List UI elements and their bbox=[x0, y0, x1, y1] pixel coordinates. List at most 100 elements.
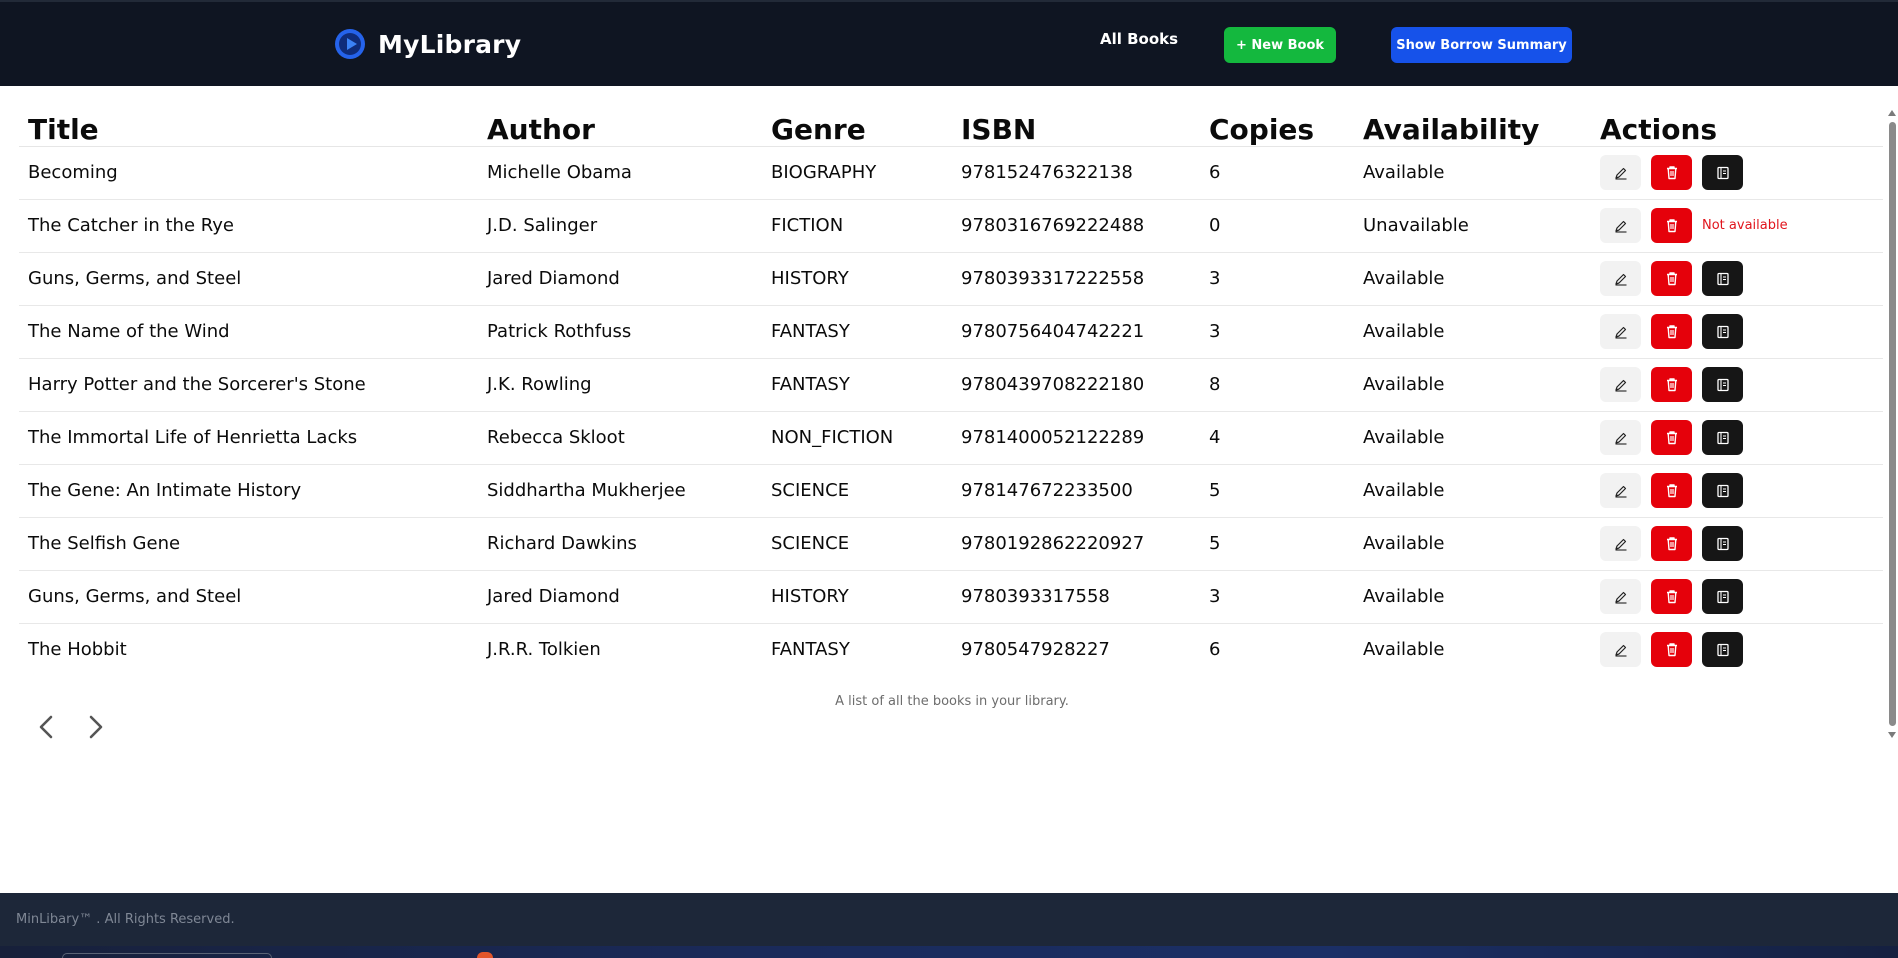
cell-title: Guns, Germs, and Steel bbox=[19, 570, 478, 624]
table-row: Guns, Germs, and Steel Jared Diamond HISTO… bbox=[19, 252, 1883, 306]
delete-book-button[interactable] bbox=[1651, 632, 1692, 668]
edit-book-button[interactable] bbox=[1600, 155, 1641, 190]
cell-availability: Available bbox=[1354, 464, 1591, 518]
vertical-scrollbar[interactable] bbox=[1886, 108, 1898, 742]
cell-genre: FANTASY bbox=[762, 305, 952, 359]
row-actions bbox=[1600, 420, 1874, 455]
header-actions: Actions bbox=[1591, 100, 1883, 147]
page-footer: MinLibary™ . All Rights Reserved. bbox=[0, 893, 1898, 946]
trash-icon bbox=[1666, 378, 1677, 392]
cell-author: J.D. Salinger bbox=[478, 199, 762, 253]
scroll-down-arrow[interactable] bbox=[1888, 732, 1896, 738]
delete-book-button[interactable] bbox=[1651, 261, 1692, 296]
table-row: The Name of the Wind Patrick Rothfuss FANT… bbox=[19, 305, 1883, 359]
pencil-icon bbox=[1614, 644, 1626, 657]
edit-book-button[interactable] bbox=[1600, 579, 1641, 614]
cell-actions bbox=[1591, 464, 1883, 518]
delete-book-button[interactable] bbox=[1651, 579, 1692, 614]
cell-genre: HISTORY bbox=[762, 570, 952, 624]
taskbar-item[interactable] bbox=[62, 953, 272, 958]
book-icon bbox=[1716, 378, 1729, 391]
borrow-book-button[interactable] bbox=[1702, 632, 1743, 668]
trash-icon bbox=[1666, 325, 1677, 339]
prev-page-button[interactable] bbox=[34, 713, 58, 741]
pencil-icon bbox=[1614, 538, 1626, 551]
book-icon bbox=[1716, 484, 1729, 497]
delete-book-button[interactable] bbox=[1651, 367, 1692, 402]
table-row: The Gene: An Intimate History Siddhartha … bbox=[19, 464, 1883, 518]
borrow-summary-button[interactable]: Show Borrow Summary bbox=[1391, 27, 1572, 63]
book-icon bbox=[1716, 166, 1729, 179]
trash-icon bbox=[1666, 590, 1677, 604]
cell-availability: Available bbox=[1354, 358, 1591, 412]
cell-genre: SCIENCE bbox=[762, 517, 952, 571]
os-taskbar bbox=[0, 946, 1898, 958]
delete-book-button[interactable] bbox=[1651, 208, 1692, 243]
row-actions bbox=[1600, 261, 1874, 296]
delete-book-button[interactable] bbox=[1651, 314, 1692, 349]
borrow-book-button[interactable] bbox=[1702, 579, 1743, 614]
cell-actions bbox=[1591, 570, 1883, 624]
footer-copyright: MinLibary™ . All Rights Reserved. bbox=[16, 912, 235, 927]
chevron-left-icon bbox=[39, 715, 53, 739]
cell-isbn: 9781400052122289 bbox=[952, 411, 1200, 465]
edit-book-button[interactable] bbox=[1600, 314, 1641, 349]
trash-icon bbox=[1666, 219, 1677, 233]
next-page-button[interactable] bbox=[84, 713, 108, 741]
cell-title: The Hobbit bbox=[28, 639, 127, 661]
borrow-book-button[interactable] bbox=[1702, 261, 1743, 296]
edit-book-button[interactable] bbox=[1600, 420, 1641, 455]
cell-author: J.R.R. Tolkien bbox=[487, 639, 601, 661]
cell-actions bbox=[1591, 252, 1883, 306]
edit-book-button[interactable] bbox=[1600, 632, 1641, 668]
borrow-book-button[interactable] bbox=[1702, 420, 1743, 455]
edit-book-button[interactable] bbox=[1600, 261, 1641, 296]
borrow-book-button[interactable] bbox=[1702, 314, 1743, 349]
header-author: Author bbox=[478, 100, 762, 147]
scroll-thumb[interactable] bbox=[1889, 122, 1896, 726]
pencil-icon bbox=[1614, 485, 1626, 498]
book-icon bbox=[1716, 643, 1729, 656]
header-isbn: ISBN bbox=[952, 100, 1200, 147]
borrow-book-button[interactable] bbox=[1702, 473, 1743, 508]
nav-all-books-link[interactable]: All Books bbox=[1100, 30, 1178, 48]
delete-book-button[interactable] bbox=[1651, 420, 1692, 455]
book-icon bbox=[1716, 325, 1729, 338]
cell-title: The Immortal Life of Henrietta Lacks bbox=[19, 411, 478, 465]
edit-book-button[interactable] bbox=[1600, 208, 1641, 243]
borrow-book-button[interactable] bbox=[1702, 155, 1743, 190]
table-row: The Selfish Gene Richard Dawkins SCIENCE 97… bbox=[19, 517, 1883, 571]
borrow-book-button[interactable] bbox=[1702, 526, 1743, 561]
cell-availability: Available bbox=[1354, 146, 1591, 200]
cell-title: The Gene: An Intimate History bbox=[19, 464, 478, 518]
borrow-book-button[interactable] bbox=[1702, 367, 1743, 402]
edit-book-button[interactable] bbox=[1600, 526, 1641, 561]
header-copies: Copies bbox=[1200, 100, 1354, 147]
table-row: The Hobbit J.R.R. Tolkien FANTASY 978054792… bbox=[19, 623, 1883, 676]
cell-availability: Available bbox=[1363, 639, 1445, 661]
table-row: The Immortal Life of Henrietta Lacks Rebe… bbox=[19, 411, 1883, 465]
cell-availability: Available bbox=[1354, 517, 1591, 571]
cell-author: Siddhartha Mukherjee bbox=[478, 464, 762, 518]
cell-copies: 3 bbox=[1200, 252, 1354, 306]
trash-icon bbox=[1666, 484, 1677, 498]
delete-book-button[interactable] bbox=[1651, 473, 1692, 508]
edit-book-button[interactable] bbox=[1600, 367, 1641, 402]
edit-book-button[interactable] bbox=[1600, 473, 1641, 508]
new-book-button[interactable]: + New Book bbox=[1224, 27, 1336, 63]
brand[interactable]: MyLibrary bbox=[334, 28, 521, 60]
delete-book-button[interactable] bbox=[1651, 155, 1692, 190]
app-name: MyLibrary bbox=[378, 29, 522, 59]
row-actions bbox=[1600, 314, 1874, 349]
cell-author: Jared Diamond bbox=[478, 252, 762, 306]
delete-book-button[interactable] bbox=[1651, 526, 1692, 561]
table-header-row: Title Author Genre ISBN Copies Availabil… bbox=[19, 100, 1883, 147]
pencil-icon bbox=[1614, 273, 1626, 286]
trash-icon bbox=[1666, 272, 1677, 286]
books-table-container: Title Author Genre ISBN Copies Availabil… bbox=[19, 100, 1883, 676]
trash-icon bbox=[1666, 431, 1677, 445]
cell-isbn: 9780547928227 bbox=[961, 639, 1110, 661]
row-actions bbox=[1600, 526, 1874, 561]
scroll-up-arrow[interactable] bbox=[1888, 110, 1896, 116]
taskbar-app-icon[interactable] bbox=[477, 952, 493, 958]
